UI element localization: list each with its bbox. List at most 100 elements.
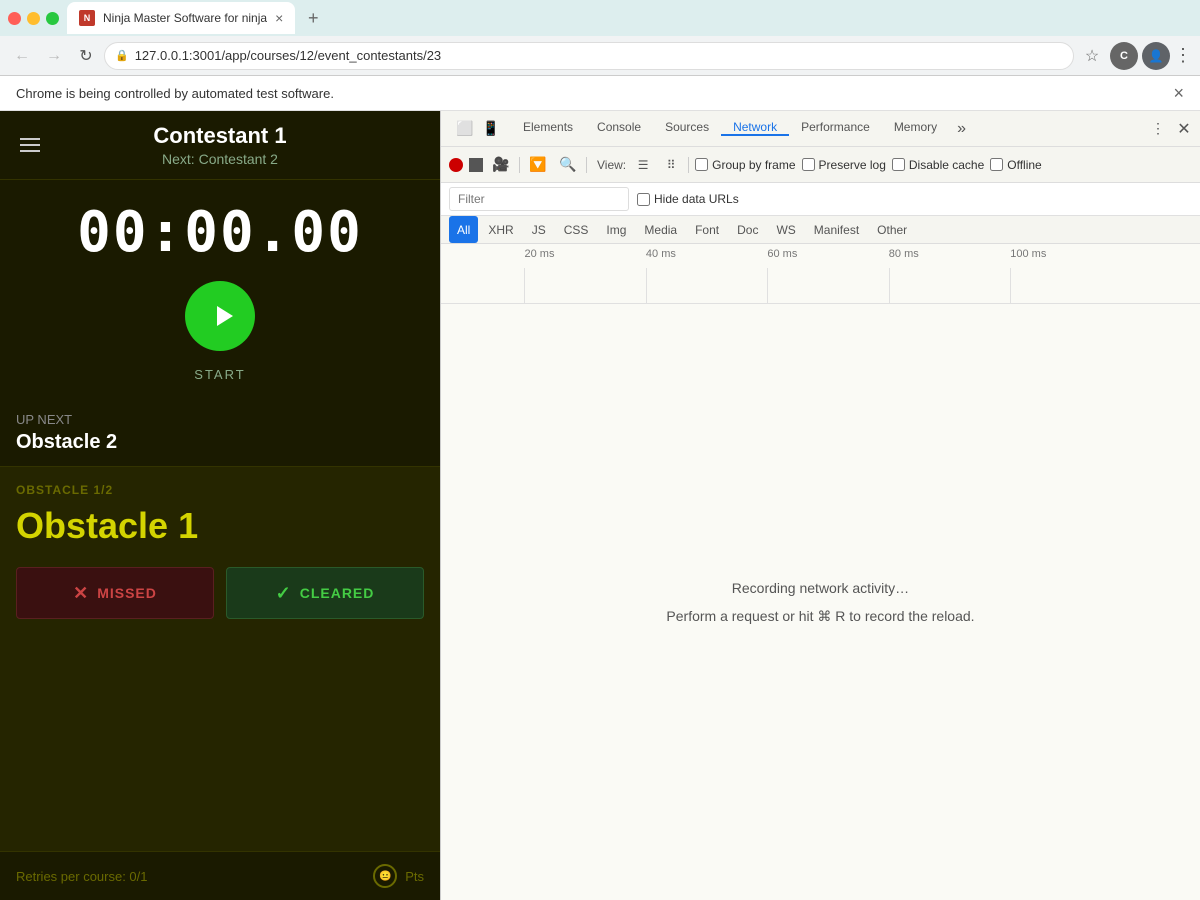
play-icon [209,302,237,330]
window-min-btn[interactable] [27,12,40,25]
offline-label: Offline [1007,158,1041,172]
app-header: Contestant 1 Next: Contestant 2 [0,111,440,180]
filter-type-img[interactable]: Img [598,216,634,243]
network-msg-line2: Perform a request or hit ⌘ R to record t… [666,602,974,630]
tab-performance[interactable]: Performance [789,120,882,136]
camera-icon[interactable]: 🎥 [489,153,513,177]
obstacle-name: Obstacle 1 [16,505,424,547]
app-footer: Retries per course: 0/1 😐 Pts [0,851,440,900]
timer-display: 00:00.00 [0,200,440,265]
window-controls[interactable] [8,12,59,25]
stop-btn[interactable] [469,158,483,172]
reload-btn[interactable]: ↻ [72,42,100,70]
missed-x-icon: ✕ [73,583,89,604]
tl-gridline-3 [767,268,768,303]
extension-btn[interactable]: C [1110,42,1138,70]
filter-type-other[interactable]: Other [869,216,915,243]
timeline-area: 20 ms 40 ms 60 ms 80 ms 100 ms [441,244,1200,304]
devtools-more-tabs[interactable]: » [949,120,974,138]
tab-close-btn[interactable]: × [275,10,283,26]
devtools-settings-icon[interactable]: ⋮ [1146,117,1170,141]
timeline-label-20ms: 20 ms [524,248,554,260]
view-waterfall-btn[interactable]: ⠿ [660,154,682,176]
tab-memory[interactable]: Memory [882,120,949,136]
filter-type-doc[interactable]: Doc [729,216,766,243]
tab-network[interactable]: Network [721,120,789,136]
tab-elements[interactable]: Elements [511,120,585,136]
group-by-frame-toggle[interactable]: Group by frame [695,158,795,172]
filter-input[interactable] [449,187,629,211]
pts-label: Pts [405,869,424,884]
notification-bar: Chrome is being controlled by automated … [0,76,1200,111]
filter-type-xhr[interactable]: XHR [480,216,521,243]
disable-cache-label: Disable cache [909,158,984,172]
hide-data-urls-label: Hide data URLs [654,192,739,206]
filter-icon[interactable]: 🔽 [526,153,550,177]
devtools-icons-left: ⬜ 📱 [445,117,511,141]
cleared-btn[interactable]: ✓ CLEARED [226,567,424,619]
tl-gridline-1 [524,268,525,303]
notification-close-btn[interactable]: × [1173,84,1184,102]
record-btn[interactable] [449,158,463,172]
address-input[interactable]: 🔒 127.0.0.1:3001/app/courses/12/event_co… [104,42,1074,70]
filter-type-all[interactable]: All [449,216,478,243]
back-btn[interactable]: ← [8,42,36,70]
obstacle-area: OBSTACLE 1/2 Obstacle 1 ✕ MISSED ✓ CLEAR… [0,466,440,851]
preserve-log-toggle[interactable]: Preserve log [802,158,886,172]
tab-console[interactable]: Console [585,120,653,136]
devtools-close-btn[interactable]: ✕ [1172,117,1196,141]
contestant-name: Contestant 1 [44,123,396,149]
timeline-label-80ms: 80 ms [889,248,919,260]
devtools-inspect-icon[interactable]: ⬜ [453,117,477,141]
preserve-log-checkbox[interactable] [802,158,815,171]
obstacle-buttons: ✕ MISSED ✓ CLEARED [16,567,424,619]
filter-type-css[interactable]: CSS [556,216,597,243]
contestant-info: Contestant 1 Next: Contestant 2 [44,123,396,167]
active-tab[interactable]: N Ninja Master Software for ninja × [67,2,295,34]
network-empty-message: Recording network activity… Perform a re… [666,574,974,630]
timer-area: 00:00.00 START [0,180,440,400]
offline-checkbox[interactable] [990,158,1003,171]
new-tab-btn[interactable]: + [299,4,327,32]
devtools-topbar: ⬜ 📱 Elements Console Sources Network [441,111,1200,147]
tab-sources[interactable]: Sources [653,120,721,136]
hamburger-menu[interactable] [16,134,44,156]
missed-btn[interactable]: ✕ MISSED [16,567,214,619]
window-close-btn[interactable] [8,12,21,25]
up-next-name: Obstacle 2 [16,431,424,454]
address-bar: ← → ↻ 🔒 127.0.0.1:3001/app/courses/12/ev… [0,36,1200,76]
chrome-menu-btn[interactable]: ⋮ [1174,45,1192,66]
disable-cache-toggle[interactable]: Disable cache [892,158,984,172]
pts-area: 😐 Pts [373,864,424,888]
forward-btn[interactable]: → [40,42,68,70]
filter-types-bar: All XHR JS CSS Img Media Font Doc WS Man… [441,216,1200,244]
filter-type-manifest[interactable]: Manifest [806,216,867,243]
tl-gridline-4 [889,268,890,303]
profile-btn[interactable]: 👤 [1142,42,1170,70]
devtools-device-icon[interactable]: 📱 [479,117,503,141]
toolbar-separator-1 [519,157,520,173]
start-btn[interactable] [185,281,255,351]
hide-data-urls-checkbox[interactable] [637,193,650,206]
search-icon[interactable]: 🔍 [556,153,580,177]
toolbar-separator-2 [586,157,587,173]
filter-type-ws[interactable]: WS [768,216,803,243]
tl-gridline-2 [646,268,647,303]
disable-cache-checkbox[interactable] [892,158,905,171]
filter-type-js[interactable]: JS [524,216,554,243]
devtools-panel: ⬜ 📱 Elements Console Sources Network [440,111,1200,900]
group-by-frame-label: Group by frame [712,158,795,172]
bookmark-btn[interactable]: ☆ [1078,42,1106,70]
notification-text: Chrome is being controlled by automated … [16,86,334,101]
window-max-btn[interactable] [46,12,59,25]
hide-data-urls-toggle[interactable]: Hide data URLs [637,192,739,206]
filter-type-media[interactable]: Media [636,216,685,243]
offline-toggle[interactable]: Offline [990,158,1041,172]
timeline-label-40ms: 40 ms [646,248,676,260]
obstacle-label: OBSTACLE 1/2 [16,483,424,497]
group-by-frame-checkbox[interactable] [695,158,708,171]
view-list-btn[interactable]: ☰ [632,154,654,176]
timeline-ruler: 20 ms 40 ms 60 ms 80 ms 100 ms [441,248,1200,303]
tab-title: Ninja Master Software for ninja [103,11,267,25]
filter-type-font[interactable]: Font [687,216,727,243]
